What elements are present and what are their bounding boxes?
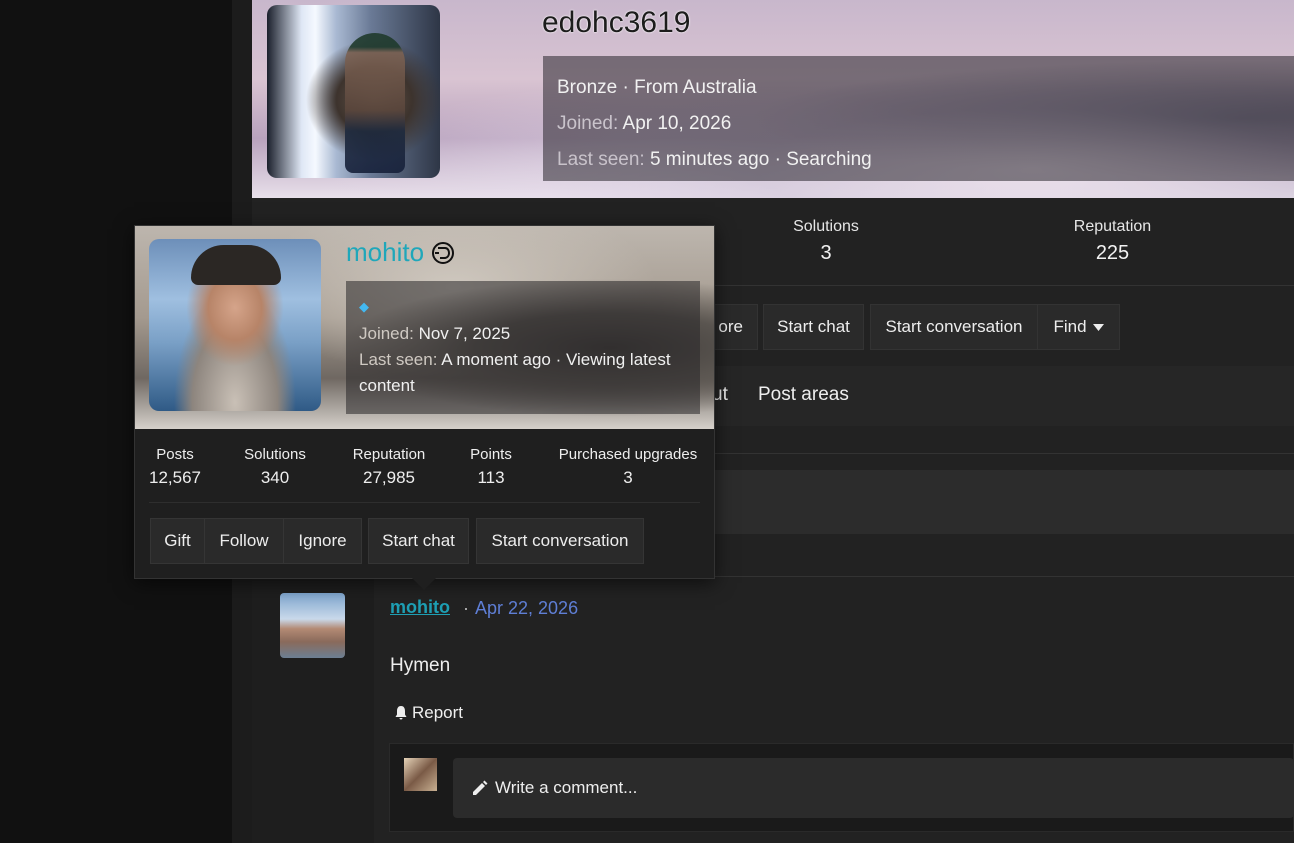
- profile-avatar[interactable]: [267, 5, 440, 178]
- profile-stat-solutions[interactable]: Solutions 3: [770, 218, 882, 265]
- card-start-chat-button[interactable]: Start chat: [368, 518, 469, 564]
- card-stat-points[interactable]: Points 113: [462, 446, 520, 488]
- profile-stat-reputation[interactable]: Reputation 225: [1040, 218, 1185, 265]
- ignore-button[interactable]: Ignore: [283, 518, 362, 564]
- profile-joined: Joined: Apr 10, 2026: [557, 113, 732, 134]
- find-dropdown[interactable]: Find: [1037, 304, 1120, 350]
- card-stat-purchased-upgrades[interactable]: Purchased upgrades 3: [548, 446, 708, 488]
- profile-last-seen: Last seen: 5 minutes ago · Searching: [557, 149, 872, 170]
- card-stat-reputation[interactable]: Reputation 27,985: [343, 446, 435, 488]
- gift-button[interactable]: Gift: [150, 518, 205, 564]
- card-info-box: ◆ Joined: Nov 7, 2025 Last seen: A momen…: [346, 281, 700, 414]
- card-username[interactable]: mohito: [346, 237, 456, 268]
- card-stat-posts[interactable]: Posts 12,567: [140, 446, 210, 488]
- post-separator: ·: [463, 598, 469, 618]
- profile-username: edohc3619: [542, 6, 691, 39]
- card-stat-solutions[interactable]: Solutions 340: [232, 446, 318, 488]
- profile-info-box: Bronze · From Australia Joined: Apr 10, …: [543, 56, 1294, 181]
- post-body: Hymen: [390, 655, 451, 676]
- card-start-conversation-button[interactable]: Start conversation: [476, 518, 644, 564]
- post-author-link[interactable]: mohito: [390, 597, 450, 618]
- caret-down-icon: [1092, 323, 1104, 331]
- start-conversation-button[interactable]: Start conversation: [870, 304, 1038, 350]
- card-divider: [149, 502, 700, 503]
- badge-icon: [432, 241, 455, 264]
- report-button[interactable]: Report: [393, 703, 463, 723]
- profile-rank-location: Bronze · From Australia: [557, 77, 757, 98]
- post-date-link[interactable]: Apr 22, 2026: [475, 598, 578, 619]
- post-author-avatar[interactable]: [280, 593, 345, 658]
- diamond-icon: ◆: [359, 299, 369, 314]
- follow-button[interactable]: Follow: [204, 518, 284, 564]
- tooltip-arrow: [412, 578, 436, 590]
- pencil-icon: [473, 780, 488, 795]
- comment-user-avatar: [404, 758, 437, 791]
- comment-input[interactable]: Write a comment...: [453, 758, 1294, 818]
- start-chat-button[interactable]: Start chat: [763, 304, 864, 350]
- card-joined: Joined: Nov 7, 2025: [359, 324, 511, 343]
- bell-icon: [395, 706, 407, 720]
- card-last-seen: Last seen: A moment ago · Viewing latest…: [359, 350, 671, 395]
- tab-post-areas[interactable]: Post areas: [758, 384, 849, 406]
- card-avatar[interactable]: [149, 239, 321, 411]
